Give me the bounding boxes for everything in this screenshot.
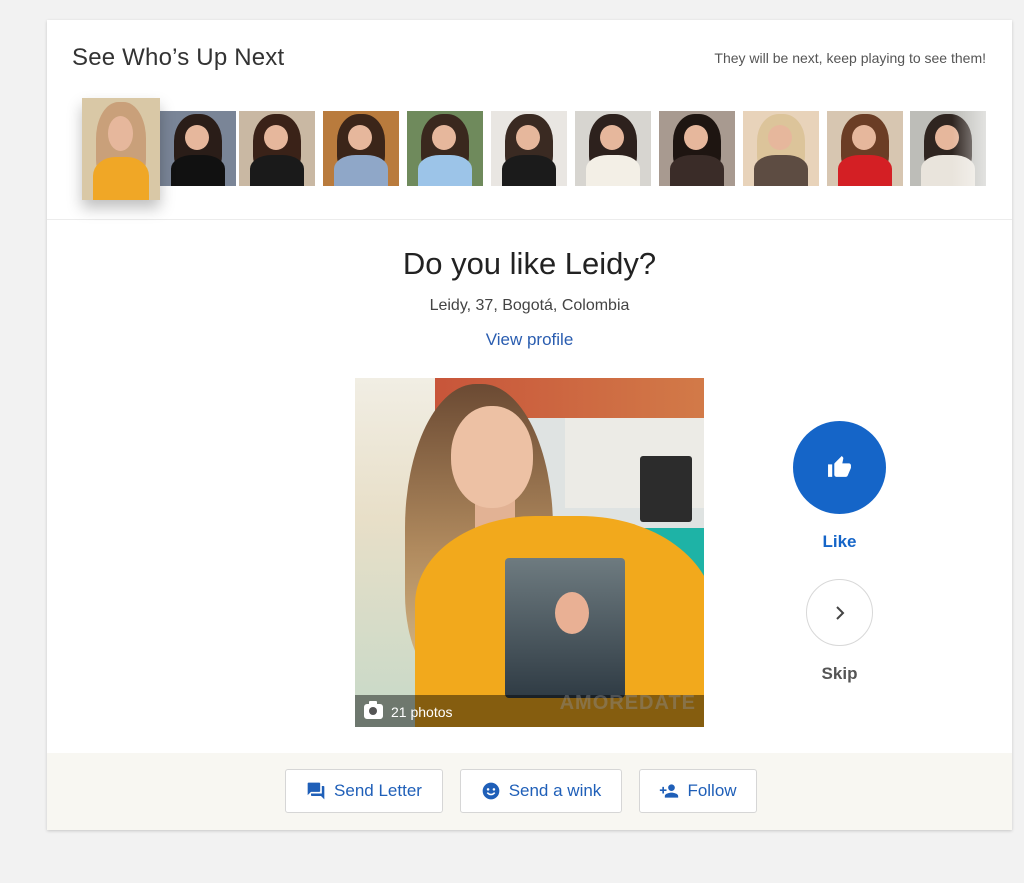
send-wink-label: Send a wink: [508, 781, 602, 800]
chevron-right-icon: [836, 606, 845, 620]
camera-icon: [364, 701, 383, 719]
up-next-thumbnail[interactable]: [160, 111, 236, 186]
send-letter-label: Send Letter: [334, 781, 422, 800]
follow-label: Follow: [687, 781, 737, 800]
add-person-icon: [660, 784, 679, 798]
like-label[interactable]: Like: [793, 532, 886, 552]
up-next-hint: They will be next, keep playing to see t…: [714, 50, 986, 66]
thumbs-up-icon: [828, 456, 851, 477]
strip-fade: [952, 98, 1012, 218]
skip-label[interactable]: Skip: [793, 664, 886, 684]
skip-button[interactable]: [806, 579, 873, 646]
action-bar: Send Letter Send a wink Follow: [47, 753, 1012, 830]
up-next-thumbnail[interactable]: [743, 111, 819, 186]
up-next-title: See Who’s Up Next: [72, 44, 285, 71]
up-next-thumbnail[interactable]: [575, 111, 651, 186]
photo-count[interactable]: 21 photos: [391, 704, 453, 720]
up-next-thumbnail[interactable]: [239, 111, 315, 186]
up-next-thumbnail[interactable]: [827, 111, 903, 186]
up-next-thumbnail[interactable]: [407, 111, 483, 186]
follow-button[interactable]: Follow: [639, 769, 757, 813]
profile-photo[interactable]: AMOREDATE 21 photos: [355, 378, 704, 727]
up-next-thumbnail[interactable]: [323, 111, 399, 186]
encounters-card: See Who’s Up Next They will be next, kee…: [47, 20, 1012, 830]
send-letter-button[interactable]: Send Letter: [285, 769, 443, 813]
up-next-thumbnail[interactable]: [659, 111, 735, 186]
send-wink-button[interactable]: Send a wink: [460, 769, 622, 813]
like-button[interactable]: [793, 421, 886, 514]
up-next-section: See Who’s Up Next They will be next, kee…: [47, 20, 1012, 220]
up-next-thumbnail[interactable]: [491, 111, 567, 186]
up-next-thumbnail-strip: [47, 98, 1012, 218]
profile-details: Leidy, 37, Bogotá, Colombia: [429, 297, 630, 314]
up-next-thumbnail[interactable]: [82, 98, 160, 200]
view-profile-link[interactable]: View profile: [47, 330, 1012, 350]
chat-bubble-icon: [307, 782, 325, 800]
smiley-icon: [482, 782, 500, 800]
like-question: Do you like Leidy?: [402, 246, 657, 281]
